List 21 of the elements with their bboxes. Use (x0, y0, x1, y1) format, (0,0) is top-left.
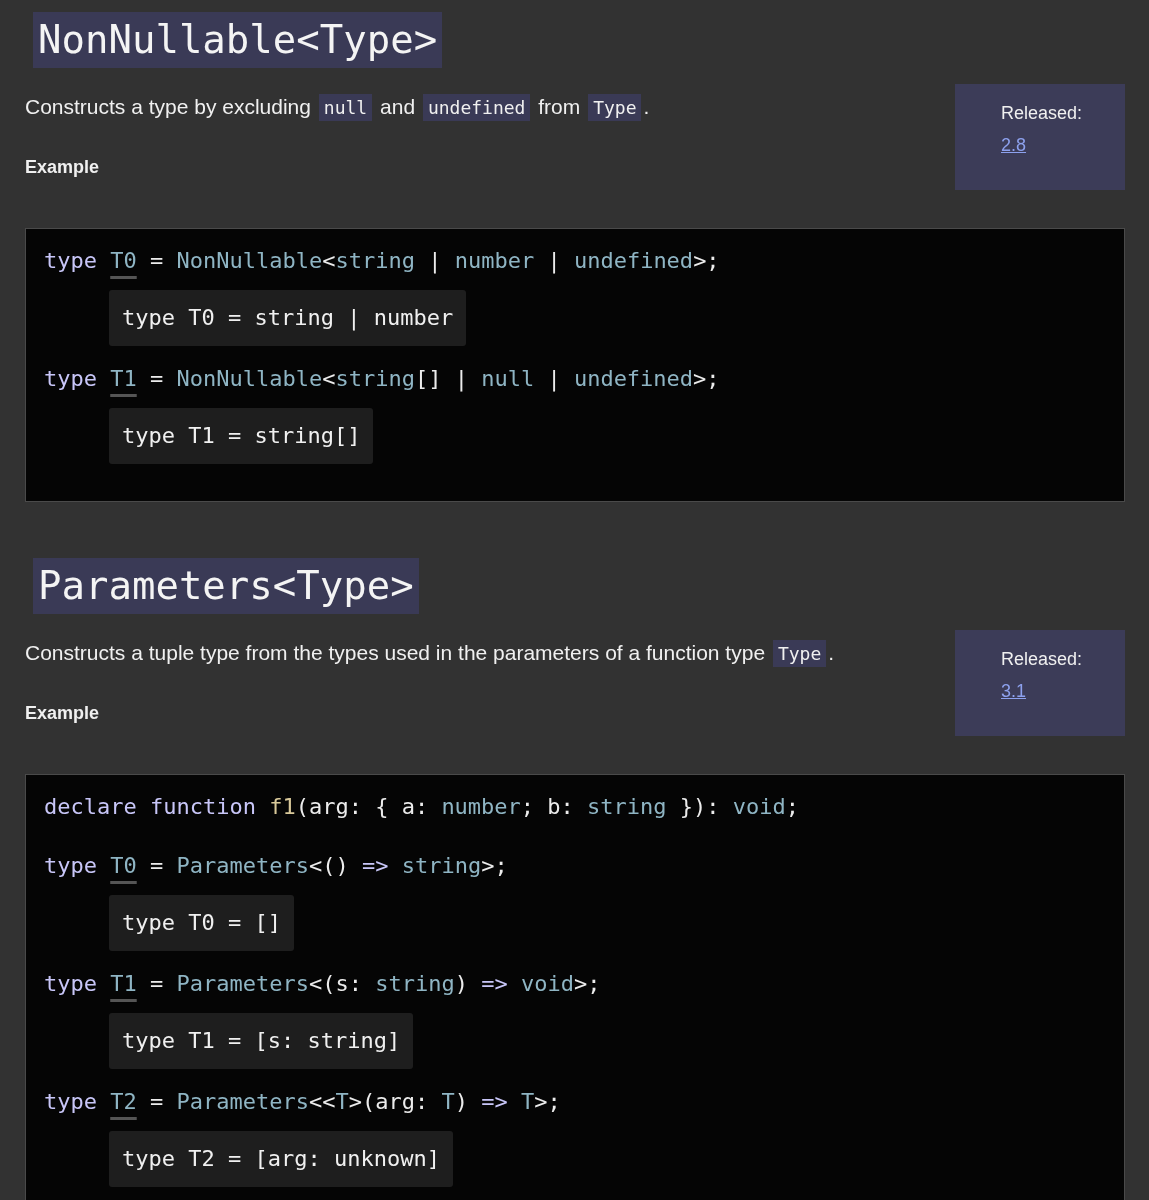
code-line: type T2 = Parameters<<T>(arg: T) => T>; (44, 1088, 561, 1116)
type-tooltip: type T0 = string | number (109, 290, 467, 346)
code-line: type T1 = NonNullable<string[] | null | undefined>; (44, 365, 720, 394)
released-label: Released: (1001, 102, 1083, 125)
type-tooltip: type T1 = [s: string] (109, 1013, 414, 1069)
version-link[interactable]: 2.8 (1001, 132, 1027, 158)
type-tooltip: type T2 = [arg: unknown] (109, 1131, 453, 1187)
code-line: type T0 = Parameters<() => string>; (44, 852, 508, 880)
example-label: Example (25, 157, 100, 178)
description-text: Constructs a type by excluding null and undefined from Type . (25, 92, 650, 123)
code-line: declare function f1(arg: { a: number; b: string }): void; (44, 793, 800, 821)
code-line: type T1 = Parameters<(s: string) => void>; (44, 970, 601, 998)
released-label: Released: (1001, 648, 1083, 671)
section-heading: Parameters<Type> (33, 558, 419, 614)
example-label: Example (25, 703, 100, 724)
type-tooltip: type T1 = string[] (109, 408, 374, 464)
section-heading: NonNullable<Type> (33, 12, 443, 68)
type-tooltip: type T0 = [] (109, 895, 294, 951)
code-line: type T0 = NonNullable<string | number | undefined>; (44, 247, 720, 276)
version-link[interactable]: 3.1 (1001, 678, 1027, 704)
description-text: Constructs a tuple type from the types used in the parameters of a function type Type . (25, 638, 835, 669)
